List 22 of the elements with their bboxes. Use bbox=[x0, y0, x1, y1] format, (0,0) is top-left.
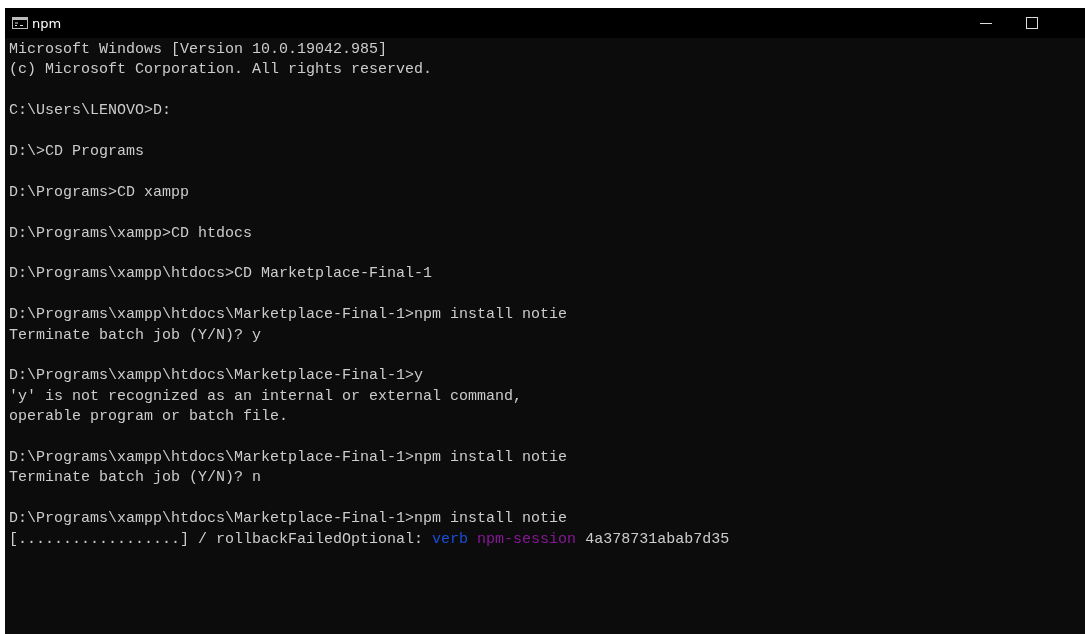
console-line: D:\Programs\xampp\htdocs\Marketplace-Final-1>y bbox=[9, 366, 425, 387]
console-text: npm-session bbox=[477, 530, 577, 548]
console-text: [..................] / rollbackFailedOptional: bbox=[9, 530, 424, 548]
console-line: Terminate batch job (Y/N)? n bbox=[9, 468, 263, 489]
console-line: Terminate batch job (Y/N)? y bbox=[9, 325, 263, 346]
console-text: verb bbox=[432, 530, 469, 548]
maximize-icon bbox=[1026, 17, 1038, 29]
console-line: operable program or batch file. bbox=[9, 407, 290, 428]
console-line: C:\Users\LENOVO>D: bbox=[9, 101, 173, 122]
console-line: D:\Programs\xampp\htdocs\Marketplace-Final-1>npm install notie bbox=[9, 509, 569, 530]
console-line: D:\Programs>CD xampp bbox=[9, 182, 191, 203]
console-icon bbox=[12, 17, 28, 29]
console-line: D:\Programs\xampp\htdocs\Marketplace-Final-1>npm install notie bbox=[9, 448, 569, 468]
window-title: npm bbox=[32, 15, 62, 31]
console-line: (c) Microsoft Corporation. All rights reserved. bbox=[9, 60, 434, 81]
console-line: D:\Programs\xampp>CD htdocs bbox=[9, 223, 254, 244]
console-line: D:\>CD Programs bbox=[9, 142, 146, 162]
console-line: D:\Programs\xampp\htdocs>CD Marketplace-Final-1 bbox=[9, 264, 434, 285]
console-line: 'y' is not recognized as an internal or external command, bbox=[9, 386, 524, 407]
console-text: 4a378731abab7d35 bbox=[585, 530, 730, 548]
console-line: D:\Programs\xampp\htdocs\Marketplace-Final-1>npm install notie bbox=[9, 305, 569, 326]
console-line: Microsoft Windows [Version 10.0.19042.985] bbox=[9, 40, 389, 60]
